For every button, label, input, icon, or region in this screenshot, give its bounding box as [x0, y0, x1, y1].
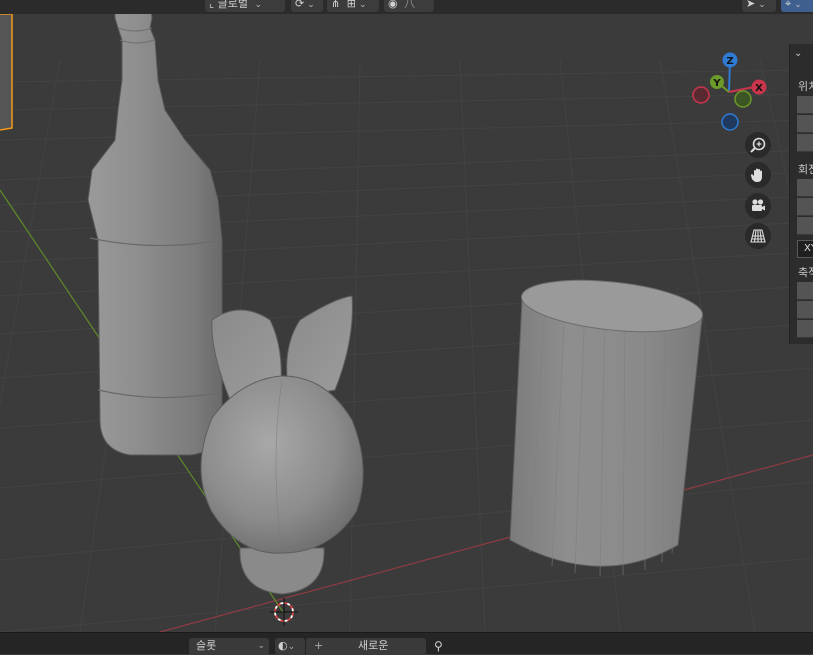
- gizmo-icon: ⌖: [785, 0, 792, 10]
- gizmo-z-label: Z: [726, 56, 733, 67]
- pan-button[interactable]: [745, 162, 771, 188]
- transform-orientation-dropdown[interactable]: ⌞ 글로벌 ⌄: [205, 0, 285, 12]
- magnet-icon: ⋔: [331, 0, 341, 10]
- camera-view-button[interactable]: [745, 193, 771, 219]
- pivot-icon: ⟳: [295, 0, 305, 10]
- perspective-toggle-button[interactable]: [745, 223, 771, 249]
- slot-dropdown[interactable]: 슬롯 ⌄: [189, 638, 269, 655]
- material-sphere-icon: ◐: [278, 639, 288, 652]
- cylinder-object[interactable]: [509, 273, 705, 577]
- rotation-label: 회전: [798, 163, 813, 176]
- slot-label: 슬롯: [196, 639, 217, 652]
- viewport-scene[interactable]: Z Y X: [0, 0, 813, 632]
- rotation-z-field[interactable]: [797, 217, 813, 235]
- gizmo-toggle-button[interactable]: ⌖ ⌄: [781, 0, 813, 12]
- bottle-object[interactable]: [87, 0, 223, 456]
- location-z-field[interactable]: [797, 134, 813, 152]
- chevron-down-icon: ⌄: [257, 641, 265, 651]
- material-browse-dropdown[interactable]: ◐⌄: [275, 638, 305, 655]
- proportional-edit-icon: ◉: [388, 0, 398, 10]
- scale-label: 축적: [798, 266, 813, 279]
- camera-icon: [752, 199, 765, 211]
- new-material-label: 새로운: [358, 639, 389, 652]
- scale-y-field[interactable]: [797, 301, 813, 319]
- location-y-field[interactable]: [797, 115, 813, 133]
- pivot-point-dropdown[interactable]: ⟳ ⌄: [291, 0, 323, 12]
- hand-pan-icon: [750, 168, 762, 182]
- rotation-y-field[interactable]: [797, 198, 813, 216]
- chevron-down-icon[interactable]: ⌄: [794, 48, 802, 59]
- creature-object[interactable]: [200, 295, 364, 595]
- gizmo-y-label: Y: [712, 78, 721, 89]
- scale-x-field[interactable]: [797, 282, 813, 300]
- snap-dropdown[interactable]: ⋔ ⊞ ⌄: [327, 0, 379, 12]
- proportional-edit-dropdown[interactable]: ◉ 八: [384, 0, 434, 12]
- new-material-button[interactable]: + 새로운: [306, 638, 426, 655]
- plus-icon: +: [314, 639, 324, 652]
- chevron-down-icon: ⌄: [358, 0, 367, 10]
- 3d-cursor-icon[interactable]: [270, 598, 298, 626]
- gizmo-x-label: X: [755, 83, 763, 94]
- zoom-icon: [750, 137, 766, 153]
- chevron-down-icon: ⌄: [758, 0, 766, 10]
- rotation-mode-dropdown[interactable]: XY: [797, 240, 813, 258]
- orientation-axes-icon: ⌞: [209, 0, 215, 10]
- cursor-arrow-icon: ➤: [746, 0, 756, 10]
- chevron-down-icon: ⌄: [794, 0, 802, 10]
- location-label: 위치: [798, 80, 813, 93]
- zoom-button[interactable]: [745, 132, 771, 158]
- viewport-header: ⌞ 글로벌 ⌄ ⟳ ⌄ ⋔ ⊞ ⌄ ◉ 八 ➤ ⌄ ⌖ ⌄: [0, 0, 813, 14]
- grid-perspective-icon: [750, 229, 766, 243]
- orientation-gizmo[interactable]: Z Y X: [692, 52, 767, 131]
- transform-orientation-value: 글로벌: [217, 0, 249, 10]
- scale-z-field[interactable]: [797, 320, 813, 338]
- location-x-field[interactable]: [797, 96, 813, 114]
- chevron-down-icon: ⌄: [307, 0, 315, 10]
- material-slot-bar: 슬롯 ⌄ ◐⌄ + 새로운 ⚲: [0, 632, 813, 655]
- rotation-x-field[interactable]: [797, 179, 813, 197]
- visibility-dropdown[interactable]: ➤ ⌄: [742, 0, 776, 12]
- chevron-down-icon: ⌄: [287, 642, 296, 652]
- header-glyph: 八: [404, 0, 416, 10]
- 3d-viewport[interactable]: Z Y X ⌞ 글로벌 ⌄ ⟳ ⌄ ⋔ ⊞ ⌄ ◉ 八 ➤ ⌄ ⌖ ⌄ ⌄ 위 …: [0, 0, 813, 632]
- snap-grid-icon: ⊞: [346, 0, 356, 10]
- sidebar-n-panel[interactable]: ⌄ 위치 회전 XY 축적: [789, 44, 813, 344]
- chevron-down-icon: ⌄: [254, 0, 263, 10]
- selected-object-outline[interactable]: [0, 13, 13, 131]
